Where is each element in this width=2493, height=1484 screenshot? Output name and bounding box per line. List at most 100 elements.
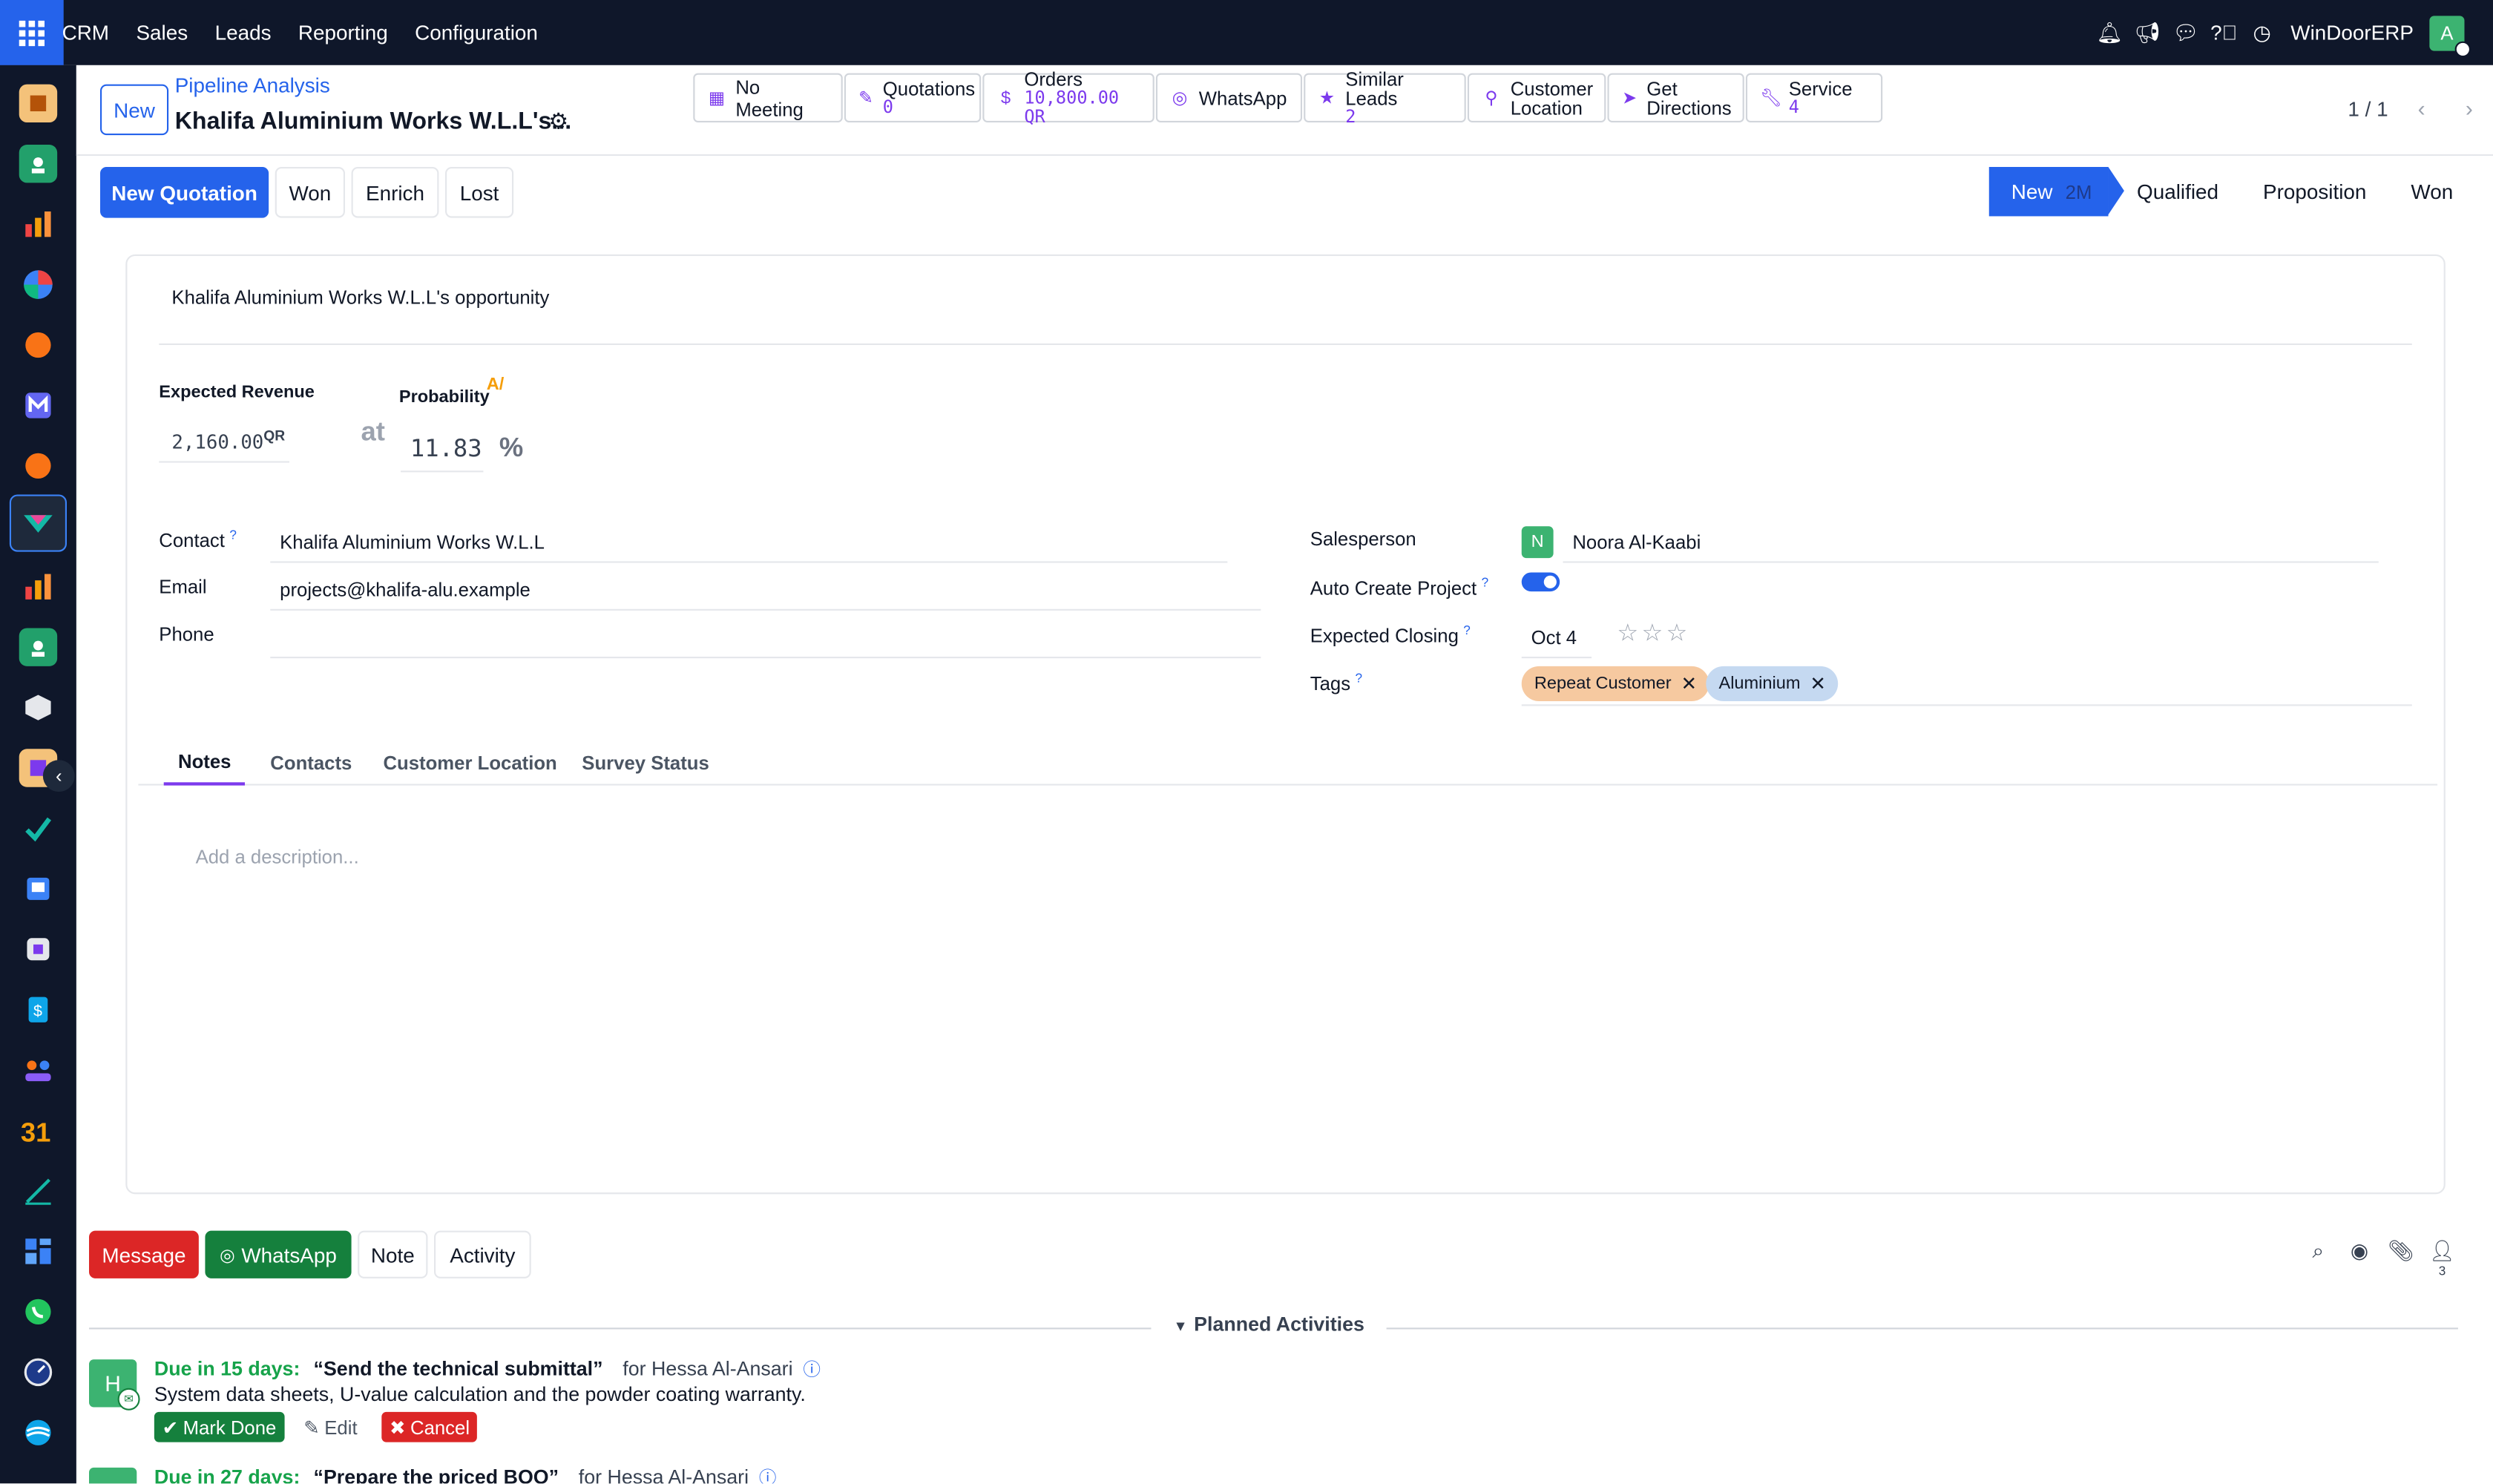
smart-button-quotations[interactable]: ✎ Quotations 0 <box>844 73 982 123</box>
app-icon-website[interactable] <box>19 1414 57 1451</box>
app-icon-reports[interactable] <box>19 205 57 243</box>
app-icon-contacts[interactable] <box>19 145 58 183</box>
app-icon-inventory[interactable] <box>19 689 57 726</box>
close-icon[interactable]: ✕ <box>1681 672 1698 695</box>
help-icon[interactable]: ? <box>1356 671 1363 685</box>
lost-button[interactable]: Lost <box>445 167 514 218</box>
megaphone-icon[interactable]: 📢︎ <box>2129 13 2167 51</box>
menu-sales[interactable]: Sales <box>122 21 201 45</box>
user-avatar[interactable]: A <box>2429 15 2471 57</box>
search-icon[interactable]: ⌕ <box>2302 1238 2334 1288</box>
menu-reporting[interactable]: Reporting <box>285 21 401 45</box>
smart-button-get-directions[interactable]: ➤ Get Directions <box>1607 73 1744 123</box>
activity-button[interactable]: Activity <box>434 1230 531 1278</box>
smart-button-whatsapp[interactable]: ◎ WhatsApp <box>1155 73 1303 123</box>
tab-contacts[interactable]: Contacts <box>256 741 367 786</box>
edit-activity-button[interactable]: ✎ Edit <box>296 1412 366 1442</box>
planned-activities-toggle[interactable]: ▼ Planned Activities <box>1151 1313 1387 1336</box>
star-icon[interactable]: ☆ <box>1641 620 1666 647</box>
company-switcher[interactable]: WinDoorERP <box>2290 21 2414 45</box>
phone-field[interactable] <box>270 617 1261 659</box>
app-icon-sign[interactable] <box>19 1172 57 1209</box>
stage-new[interactable]: New 2M <box>1988 167 2124 217</box>
app-icon-sales[interactable] <box>19 568 57 605</box>
help-icon[interactable]: ? <box>1463 623 1471 637</box>
app-icon-crm[interactable] <box>9 494 68 552</box>
app-icon-dashboards[interactable] <box>19 1232 57 1270</box>
enrich-button[interactable]: Enrich <box>351 167 439 218</box>
app-icon-discuss[interactable] <box>19 326 57 364</box>
app-icon-invoicing[interactable]: $ <box>19 991 57 1028</box>
stage-proposition[interactable]: Proposition <box>2241 167 2388 216</box>
cancel-activity-button[interactable]: ✖ Cancel <box>381 1411 478 1442</box>
whatsapp-button[interactable]: ◎ WhatsApp <box>205 1230 352 1278</box>
eye-icon[interactable]: ◉ <box>2344 1238 2376 1288</box>
app-icon-employees[interactable] <box>19 628 58 666</box>
ai-sparkle-icon[interactable]: A/ <box>487 375 505 395</box>
send-message-button[interactable]: Message <box>89 1230 199 1278</box>
smart-button-customer-location[interactable]: ⚲ Customer Location <box>1467 73 1606 123</box>
app-icon-team[interactable] <box>19 1051 57 1089</box>
app-icon-livechat[interactable] <box>19 447 57 485</box>
followers-icon[interactable]: 👤︎3 <box>2426 1238 2458 1288</box>
stage-qualified[interactable]: Qualified <box>2108 167 2241 216</box>
app-icon-calendar[interactable]: 31 <box>19 1112 57 1149</box>
help-icon[interactable]: ? <box>229 528 237 542</box>
activity-assignee[interactable]: for Hessa Al-Ansari <box>579 1466 749 1484</box>
contact-field[interactable]: Khalifa Aluminium Works W.L.L <box>270 522 1228 563</box>
breadcrumb[interactable]: Pipeline Analysis <box>175 73 330 97</box>
expected-closing-field[interactable]: Oct 4 <box>1521 617 1592 659</box>
tab-notes[interactable]: Notes <box>163 741 246 786</box>
bell-icon[interactable]: 🔔︎ <box>2090 13 2128 51</box>
apps-menu-button[interactable] <box>0 0 64 65</box>
tab-survey-status[interactable]: Survey Status <box>568 741 723 786</box>
smart-button-orders[interactable]: $ Orders 10,800.00 QR <box>982 69 1154 125</box>
won-button[interactable]: Won <box>275 167 346 218</box>
expected-revenue-field[interactable]: 2,160.00QR <box>159 415 290 463</box>
salesperson-field[interactable]: Noora Al-Kaabi <box>1563 522 2379 563</box>
email-field[interactable]: projects@khalifa-alu.example <box>270 569 1261 611</box>
star-icon[interactable]: ☆ <box>1617 620 1641 647</box>
menu-configuration[interactable]: Configuration <box>401 21 551 45</box>
priority-stars[interactable]: ☆☆☆ <box>1617 619 1691 647</box>
tab-customer-location[interactable]: Customer Location <box>369 741 571 786</box>
paperclip-icon[interactable]: 📎︎ <box>2385 1238 2417 1288</box>
probability-field[interactable]: 11.83 <box>401 427 484 473</box>
app-icon-knowledge[interactable] <box>19 870 57 907</box>
sidebar-collapse-button[interactable]: ‹ <box>42 760 75 792</box>
star-icon[interactable]: ☆ <box>1666 620 1691 647</box>
menu-leads[interactable]: Leads <box>201 21 284 45</box>
smart-button-meeting[interactable]: ▦ No Meeting <box>693 73 843 123</box>
mark-done-button[interactable]: ✔ Mark Done <box>154 1411 285 1442</box>
notes-editor[interactable]: Add a description... <box>196 846 359 868</box>
clock-icon[interactable]: ◷ <box>2243 13 2281 51</box>
menu-app-crm[interactable]: CRM <box>62 21 123 45</box>
app-icon-tasks[interactable] <box>19 810 57 847</box>
close-icon[interactable]: ✕ <box>1810 672 1826 695</box>
chat-icon[interactable]: 💬︎ <box>2167 13 2204 51</box>
help-icon[interactable]: ?⃝ <box>2205 13 2243 51</box>
log-note-button[interactable]: Note <box>358 1230 428 1278</box>
app-icon-mail[interactable] <box>19 387 57 424</box>
stage-won[interactable]: Won <box>2388 167 2475 216</box>
new-quotation-button[interactable]: New Quotation <box>100 167 269 218</box>
bar-chart-icon <box>25 574 51 600</box>
pager-value[interactable]: 1 / 1 <box>2348 96 2388 120</box>
auto-create-project-toggle[interactable] <box>1521 572 1560 592</box>
gear-icon[interactable]: ⚙ <box>548 108 568 135</box>
app-icon-timesheets[interactable] <box>19 1353 57 1391</box>
activity-assignee[interactable]: for Hessa Al-Ansari <box>623 1358 792 1380</box>
app-icon-dashboard[interactable] <box>19 84 58 123</box>
app-icon-analytics[interactable] <box>19 266 57 303</box>
chevron-left-icon[interactable]: ‹ <box>2397 85 2445 132</box>
smart-button-similar-leads[interactable]: ★ Similar Leads 2 <box>1304 69 1466 125</box>
smart-button-service[interactable]: 🔧︎ Service 4 <box>1745 73 1883 123</box>
opportunity-name-field[interactable]: Khalifa Aluminium Works W.L.L's opportun… <box>171 286 549 309</box>
info-icon[interactable]: ⓘ <box>803 1361 821 1380</box>
new-record-button[interactable]: New <box>100 84 169 136</box>
help-icon[interactable]: ? <box>1482 576 1489 590</box>
info-icon[interactable]: ⓘ <box>759 1469 777 1483</box>
chevron-right-icon[interactable]: › <box>2446 85 2493 132</box>
app-icon-whatsapp[interactable] <box>19 1293 57 1330</box>
app-icon-products[interactable] <box>19 930 57 968</box>
